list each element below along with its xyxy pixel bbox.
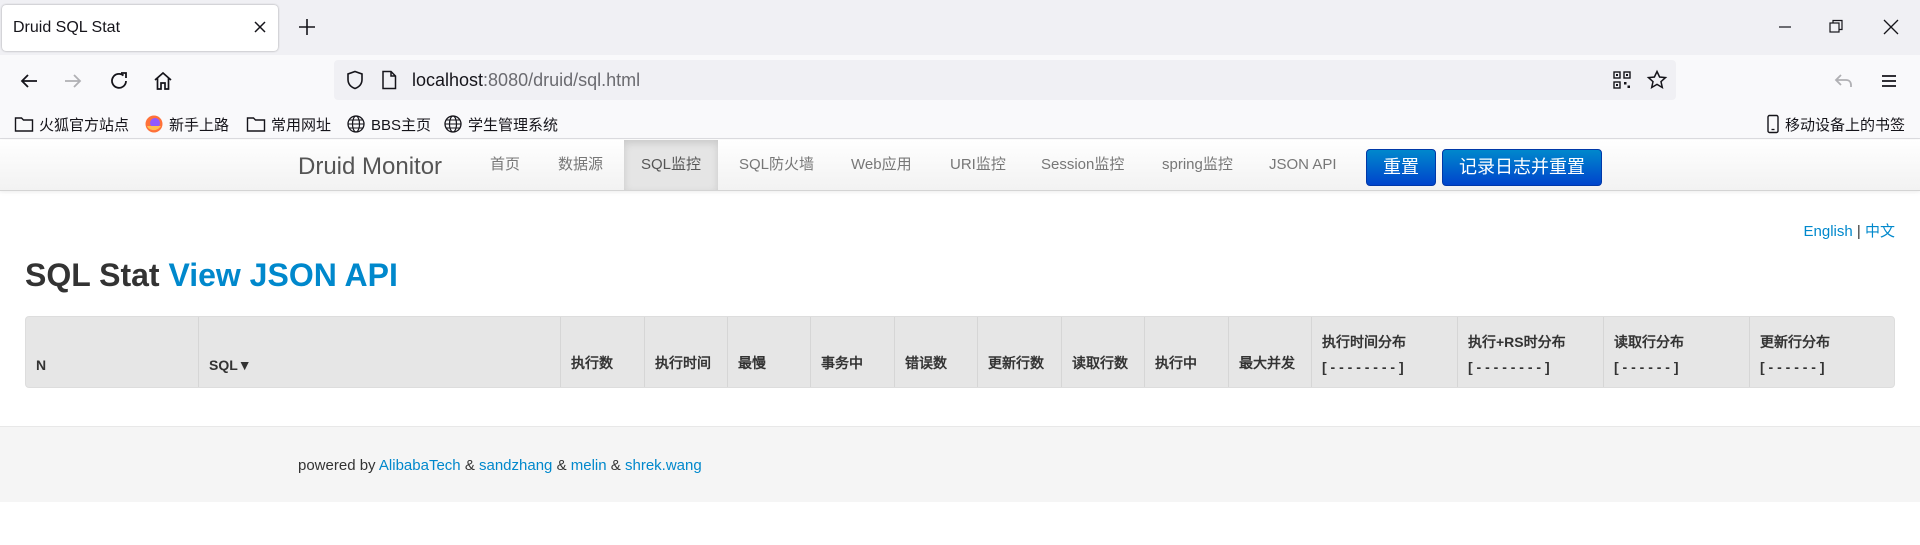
mobile-bookmarks-label: 移动设备上的书签: [1785, 116, 1906, 134]
druid-navbar: Druid Monitor 首页 数据源 SQL监控 SQL防火墙 Web应用 …: [0, 140, 1920, 191]
bookmark-label: 常用网址: [271, 116, 332, 134]
column-header[interactable]: 读取行数: [1061, 317, 1144, 387]
column-header-sort[interactable]: SQL▼: [198, 317, 560, 387]
tab-title: Druid SQL Stat: [13, 19, 121, 36]
footer: powered by AlibabaTech & sandzhang & mel…: [0, 426, 1920, 502]
footer-credits: powered by AlibabaTech & sandzhang & mel…: [298, 457, 702, 474]
author-link[interactable]: melin: [571, 457, 607, 474]
lang-english-link[interactable]: English: [1804, 223, 1853, 240]
author-link[interactable]: AlibabaTech: [379, 457, 461, 474]
bookmark-label: BBS主页: [371, 116, 432, 134]
bookmark-item[interactable]: 新手上路: [144, 113, 229, 135]
minimize-icon[interactable]: [1775, 17, 1795, 37]
language-switch: English | 中文: [1804, 220, 1895, 241]
column-header[interactable]: 执行+RS时分布 [ - - - - - - - - ]: [1457, 317, 1603, 387]
menu-icon[interactable]: [1877, 69, 1901, 93]
bookmark-star-icon[interactable]: [1646, 69, 1668, 91]
lang-separator: |: [1856, 223, 1861, 240]
close-tab-icon[interactable]: [250, 17, 270, 37]
nav-sql-monitor[interactable]: SQL监控: [624, 140, 719, 190]
restore-icon[interactable]: [1826, 17, 1846, 37]
browser-toolbar: localhost:8080/druid/sql.html: [0, 55, 1920, 107]
nav-session-monitor[interactable]: Session监控: [1024, 140, 1141, 190]
browser-tab[interactable]: Druid SQL Stat: [2, 5, 278, 51]
column-header[interactable]: 最慢: [727, 317, 810, 387]
folder-icon: [246, 117, 266, 132]
nav-uri-monitor[interactable]: URI监控: [933, 140, 1023, 190]
view-json-api-link[interactable]: View JSON API: [168, 257, 397, 293]
brand-logo[interactable]: Druid Monitor: [298, 153, 442, 181]
bookmark-label: 学生管理系统: [468, 116, 559, 134]
column-header[interactable]: 事务中: [810, 317, 894, 387]
bookmark-item[interactable]: 火狐官方站点: [14, 113, 129, 135]
new-tab-icon[interactable]: [296, 16, 318, 38]
log-and-reset-button[interactable]: 记录日志并重置: [1442, 149, 1602, 186]
nav-home[interactable]: 首页: [473, 140, 537, 190]
reset-button[interactable]: 重置: [1366, 149, 1436, 186]
nav-web-app[interactable]: Web应用: [834, 140, 929, 190]
qr-code-icon[interactable]: [1612, 70, 1632, 90]
back-icon[interactable]: [17, 69, 41, 93]
author-link[interactable]: shrek.wang: [625, 457, 702, 474]
column-header[interactable]: 更新行分布 [ - - - - - - ]: [1749, 317, 1894, 387]
firefox-icon: [145, 115, 163, 133]
url-bar[interactable]: localhost:8080/druid/sql.html: [334, 60, 1676, 100]
browser-tab-strip: Druid SQL Stat: [0, 0, 1920, 55]
nav-sql-firewall[interactable]: SQL防火墙: [722, 140, 831, 190]
mobile-device-icon: [1767, 114, 1779, 134]
shield-icon[interactable]: [344, 69, 366, 91]
column-header[interactable]: N: [26, 317, 198, 387]
bookmarks-bar: 火狐官方站点 新手上路 常用网址 BBS主页 学生管理系统 移动设备上的书签: [0, 107, 1920, 139]
bookmark-label: 新手上路: [169, 116, 230, 134]
bookmark-item[interactable]: BBS主页: [346, 113, 431, 135]
home-icon[interactable]: [151, 69, 175, 93]
column-header[interactable]: 错误数: [894, 317, 977, 387]
column-header[interactable]: 最大并发: [1228, 317, 1311, 387]
forward-icon[interactable]: [61, 69, 85, 93]
sql-stat-table: N SQL▼ 执行数 执行时间 最慢 事务中 错误数 更新行数 读取行数 执行中…: [25, 316, 1895, 388]
column-header[interactable]: 执行中: [1144, 317, 1228, 387]
nav-spring-monitor[interactable]: spring监控: [1145, 140, 1250, 190]
nav-json-api[interactable]: JSON API: [1252, 140, 1354, 190]
column-header[interactable]: 更新行数: [977, 317, 1061, 387]
page-title-text: SQL Stat: [25, 257, 160, 293]
close-window-icon[interactable]: [1881, 17, 1901, 37]
column-header[interactable]: 执行数: [560, 317, 644, 387]
folder-icon: [14, 117, 34, 132]
author-link[interactable]: sandzhang: [479, 457, 552, 474]
page-title: SQL Stat View JSON API: [25, 257, 398, 294]
page-icon[interactable]: [378, 69, 400, 91]
nav-datasource[interactable]: 数据源: [541, 140, 620, 190]
globe-icon: [444, 115, 462, 133]
lang-chinese-link[interactable]: 中文: [1865, 223, 1895, 240]
column-header[interactable]: 读取行分布 [ - - - - - - ]: [1603, 317, 1749, 387]
url-host: localhost: [412, 70, 484, 90]
bookmark-item[interactable]: 学生管理系统: [443, 113, 558, 135]
mobile-bookmarks[interactable]: 移动设备上的书签: [1766, 113, 1905, 135]
undo-icon[interactable]: [1832, 69, 1856, 93]
column-header[interactable]: 执行时间分布 [ - - - - - - - - ]: [1311, 317, 1457, 387]
column-header[interactable]: 执行时间: [644, 317, 727, 387]
url-text[interactable]: localhost:8080/druid/sql.html: [412, 70, 640, 91]
reload-icon[interactable]: [107, 69, 131, 93]
url-path: :8080/druid/sql.html: [483, 70, 641, 90]
globe-icon: [347, 115, 365, 133]
bookmark-label: 火狐官方站点: [39, 116, 130, 134]
bookmark-item[interactable]: 常用网址: [246, 113, 331, 135]
